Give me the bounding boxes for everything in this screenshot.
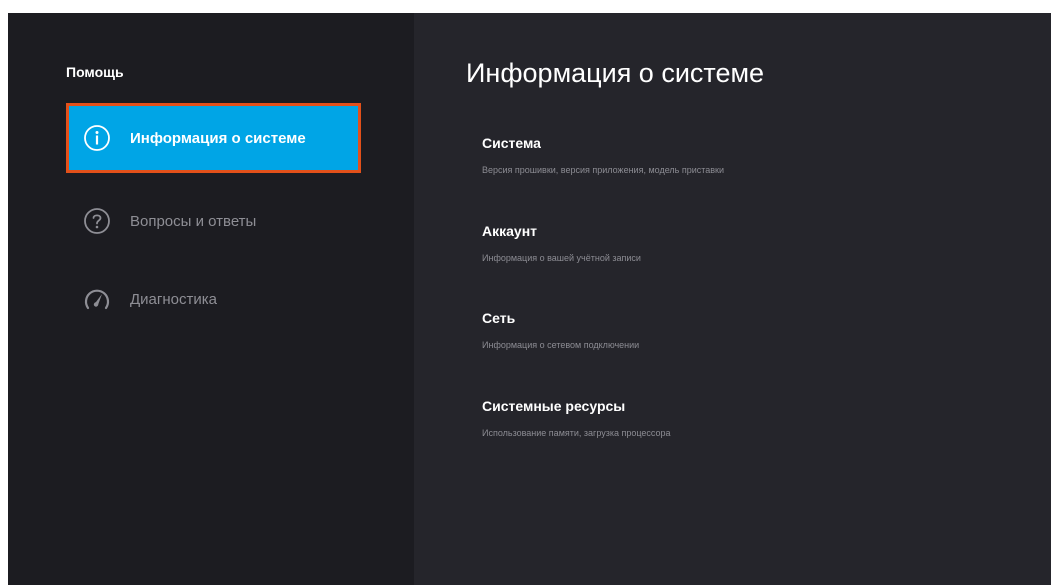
section-system[interactable]: Система Версия прошивки, версия приложен… xyxy=(482,135,1002,175)
section-description: Версия прошивки, версия приложения, моде… xyxy=(482,165,725,175)
section-network[interactable]: Сеть Информация о сетевом подключении xyxy=(482,310,1002,350)
page-title: Информация о системе xyxy=(466,58,765,88)
sidebar: Помощь Информация о системе Вопросы и от… xyxy=(8,13,414,585)
menu-item-label: Диагностика xyxy=(130,290,217,308)
section-account[interactable]: Аккаунт Информация о вашей учётной запис… xyxy=(482,223,1002,263)
section-title: Системные ресурсы xyxy=(482,398,626,414)
menu-item-label: Информация о системе xyxy=(130,129,306,147)
question-icon xyxy=(82,206,112,236)
section-description: Использование памяти, загрузка процессор… xyxy=(482,428,671,438)
info-icon xyxy=(82,123,112,153)
tv-screen: Помощь Информация о системе Вопросы и от… xyxy=(8,13,1051,585)
section-title: Сеть xyxy=(482,310,516,326)
menu-item-system-info[interactable]: Информация о системе xyxy=(66,103,361,173)
section-title: Система xyxy=(482,135,541,151)
section-title: Аккаунт xyxy=(482,223,538,239)
menu-item-label: Вопросы и ответы xyxy=(130,212,257,230)
sidebar-title: Помощь xyxy=(66,64,124,80)
section-description: Информация о вашей учётной записи xyxy=(482,253,641,263)
menu-item-faq[interactable]: Вопросы и ответы xyxy=(66,186,361,256)
section-description: Информация о сетевом подключении xyxy=(482,340,640,350)
main-panel: Информация о системе Система Версия прош… xyxy=(414,13,1051,585)
menu-item-diagnostics[interactable]: Диагностика xyxy=(66,264,361,334)
section-system-resources[interactable]: Системные ресурсы Использование памяти, … xyxy=(482,398,1002,438)
speedometer-icon xyxy=(82,284,112,314)
